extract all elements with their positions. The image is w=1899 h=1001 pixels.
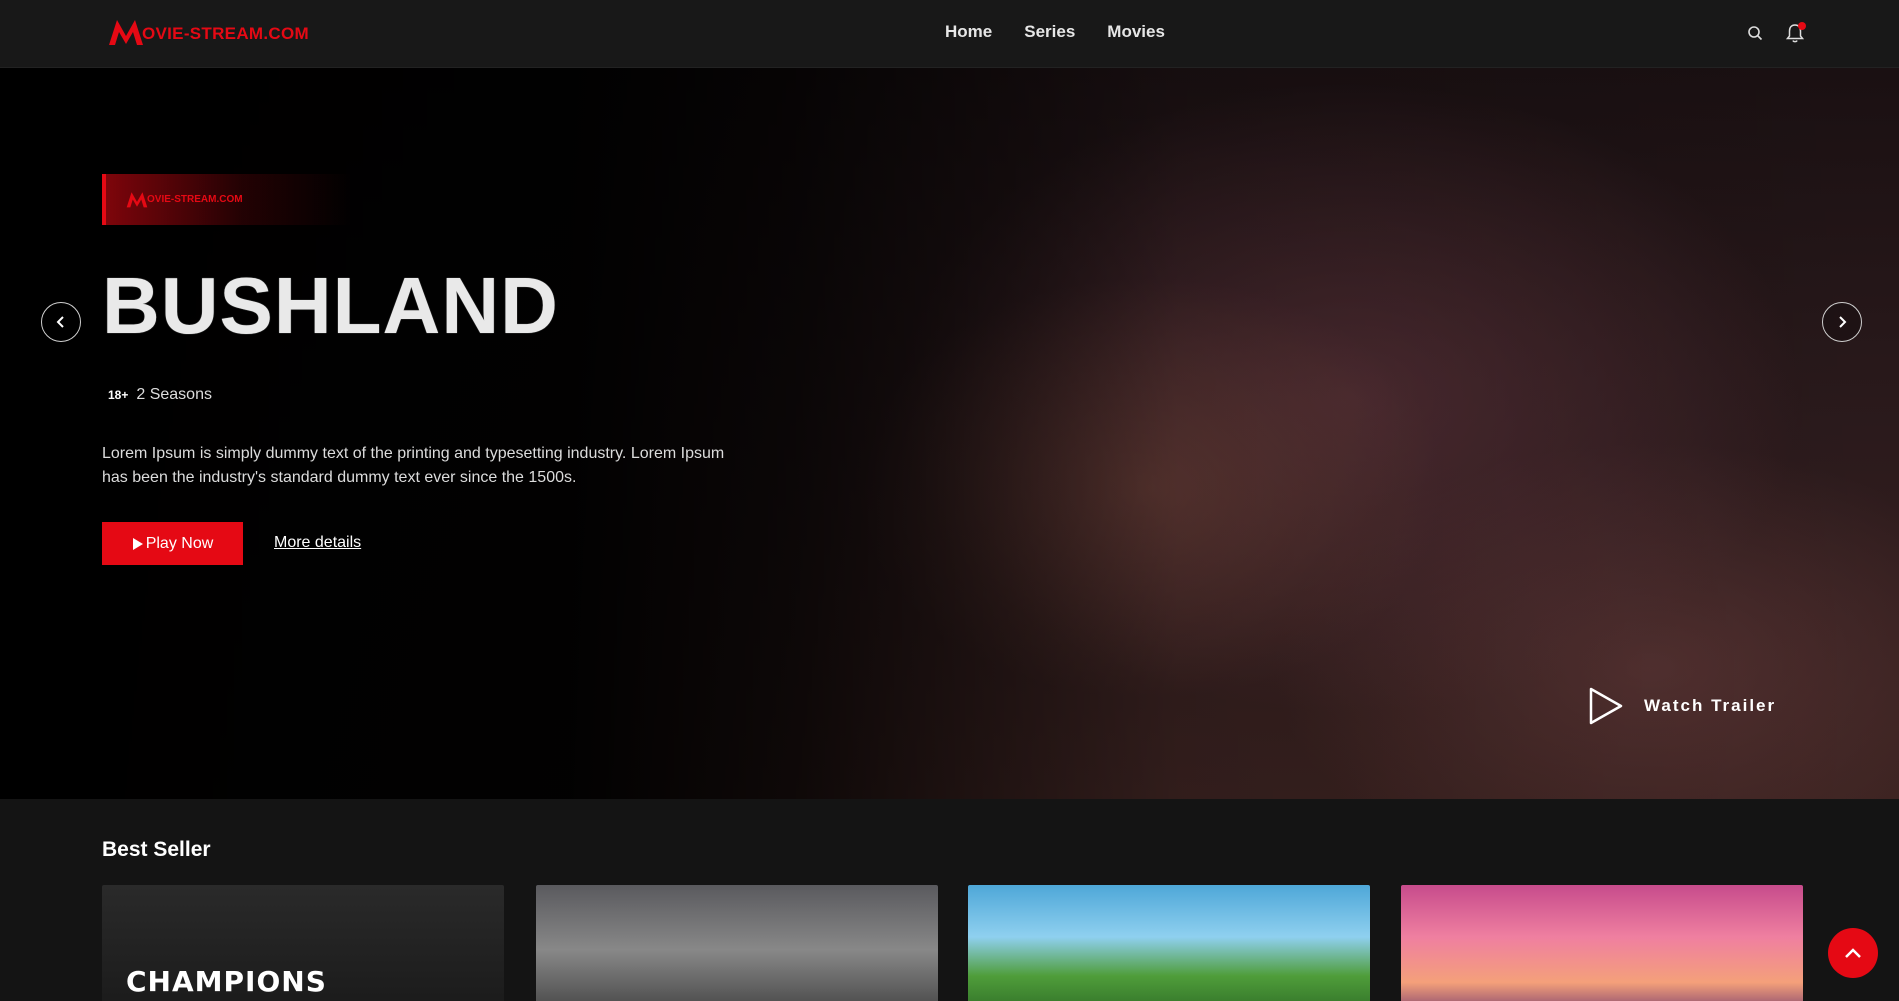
movie-card[interactable]: CHAMPIONS	[102, 885, 504, 1001]
play-now-label: Play Now	[145, 534, 214, 552]
notification-dot	[1798, 22, 1806, 30]
main-nav: Home Series Movies	[945, 22, 1165, 42]
best-seller-heading: Best Seller	[102, 838, 211, 861]
hero-title: BUSHLAND	[102, 261, 559, 350]
play-outline-icon	[1589, 687, 1623, 725]
scroll-to-top-button[interactable]	[1828, 928, 1878, 978]
movie-card[interactable]	[968, 885, 1370, 1001]
watch-trailer-label: Watch Trailer	[1644, 696, 1777, 715]
bell-icon[interactable]	[1784, 22, 1806, 44]
badge-logo-mark	[126, 192, 148, 208]
hero-meta: 18+ 2 Seasons	[108, 386, 212, 404]
badge-text: OVIE-STREAM.COM	[147, 194, 243, 205]
top-navbar: OVIE-STREAM.COM Home Series Movies	[0, 0, 1899, 68]
movie-card[interactable]	[536, 885, 938, 1001]
more-details-link[interactable]: More details	[274, 534, 361, 552]
logo-m-mark	[109, 20, 143, 45]
site-logo[interactable]: OVIE-STREAM.COM	[108, 18, 309, 46]
carousel-next-button[interactable]	[1822, 302, 1862, 342]
hero-description: Lorem Ipsum is simply dummy text of the …	[102, 445, 725, 486]
seasons-count: 2 Seasons	[136, 386, 212, 403]
nav-actions	[1744, 22, 1806, 44]
play-icon	[132, 537, 143, 550]
nav-link-home[interactable]: Home	[945, 22, 992, 42]
card-caption: CHAMPIONS	[126, 965, 327, 998]
search-icon[interactable]	[1744, 22, 1766, 44]
nav-link-series[interactable]: Series	[1024, 22, 1075, 42]
age-rating: 18+	[108, 388, 129, 402]
chevron-left-icon	[56, 316, 64, 328]
nav-link-movies[interactable]: Movies	[1107, 22, 1165, 42]
logo-text: OVIE-STREAM.COM	[142, 24, 309, 43]
carousel-prev-button[interactable]	[41, 302, 81, 342]
movie-card[interactable]	[1401, 885, 1803, 1001]
chevron-up-icon	[1845, 948, 1861, 958]
hero-banner: OVIE-STREAM.COM BUSHLAND 18+ 2 Seasons L…	[0, 68, 1899, 799]
play-now-button[interactable]: Play Now	[102, 522, 243, 565]
chevron-right-icon	[1839, 316, 1847, 328]
hero-brand-badge: OVIE-STREAM.COM	[102, 174, 352, 225]
watch-trailer-button[interactable]: Watch Trailer	[1588, 686, 1776, 726]
